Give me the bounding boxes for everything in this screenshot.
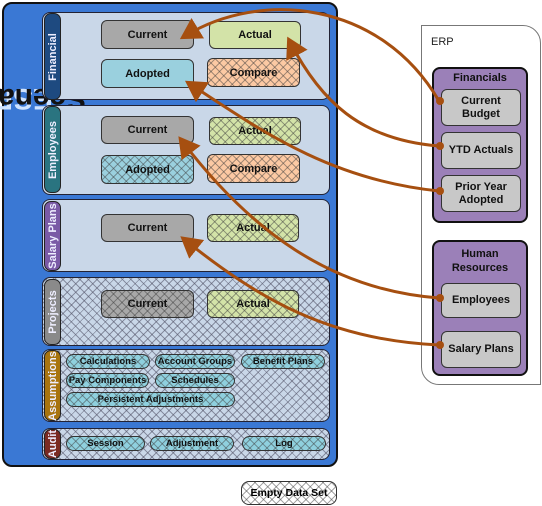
empty-data-set-legend: Empty Data Set	[241, 481, 337, 505]
projects-current-box[interactable]: Current	[101, 290, 194, 318]
scenario-title: ESP Scenario	[0, 8, 86, 188]
tab-financial[interactable]: Financial	[44, 13, 61, 100]
employees-actual-box[interactable]: Actual	[209, 117, 301, 145]
pill-calculations[interactable]: Calculations	[66, 354, 150, 369]
tab-salary-plans[interactable]: Salary Plans	[44, 201, 61, 271]
tab-employees[interactable]: Employees	[44, 106, 61, 193]
erp-prior-year-adopted[interactable]: Prior Year Adopted	[441, 175, 521, 212]
tab-assumptions[interactable]: Assumptions	[44, 350, 61, 421]
erp-ytd-actuals[interactable]: YTD Actuals	[441, 132, 521, 169]
erp-group-hr-title: Human Resources	[451, 248, 509, 274]
financial-compare-box[interactable]: Compare	[207, 58, 300, 87]
tab-audit[interactable]: Audit	[44, 429, 61, 459]
erp-salary-plans[interactable]: Salary Plans	[441, 331, 521, 368]
employees-compare-box[interactable]: Compare	[207, 154, 300, 183]
financial-current-box[interactable]: Current	[101, 20, 194, 49]
tab-projects[interactable]: Projects	[44, 279, 61, 345]
pill-session[interactable]: Session	[66, 436, 145, 451]
financial-actual-box[interactable]: Actual	[209, 21, 301, 49]
pill-log[interactable]: Log	[242, 436, 326, 451]
projects-actual-box[interactable]: Actual	[207, 290, 299, 318]
pill-account-groups[interactable]: Account Groups	[155, 354, 235, 369]
financial-adopted-box[interactable]: Adopted	[101, 59, 194, 88]
employees-adopted-box[interactable]: Adopted	[101, 155, 194, 184]
pill-schedules[interactable]: Schedules	[155, 373, 235, 388]
erp-label: ERP	[431, 36, 454, 48]
salary-plans-current-box[interactable]: Current	[101, 214, 194, 242]
pill-persistent-adjustments[interactable]: Persistent Adjustments	[66, 392, 235, 407]
employees-current-box[interactable]: Current	[101, 116, 194, 144]
pill-pay-components[interactable]: Pay Components	[66, 373, 149, 388]
pill-adjustment[interactable]: Adjustment	[150, 436, 234, 451]
salary-plans-actual-box[interactable]: Actual	[207, 214, 299, 242]
erp-employees[interactable]: Employees	[441, 283, 521, 318]
erp-current-budget[interactable]: Current Budget	[441, 89, 521, 126]
pill-benefit-plans[interactable]: Benefit Plans	[241, 354, 325, 369]
erp-group-financials-title: Financials	[453, 72, 507, 84]
